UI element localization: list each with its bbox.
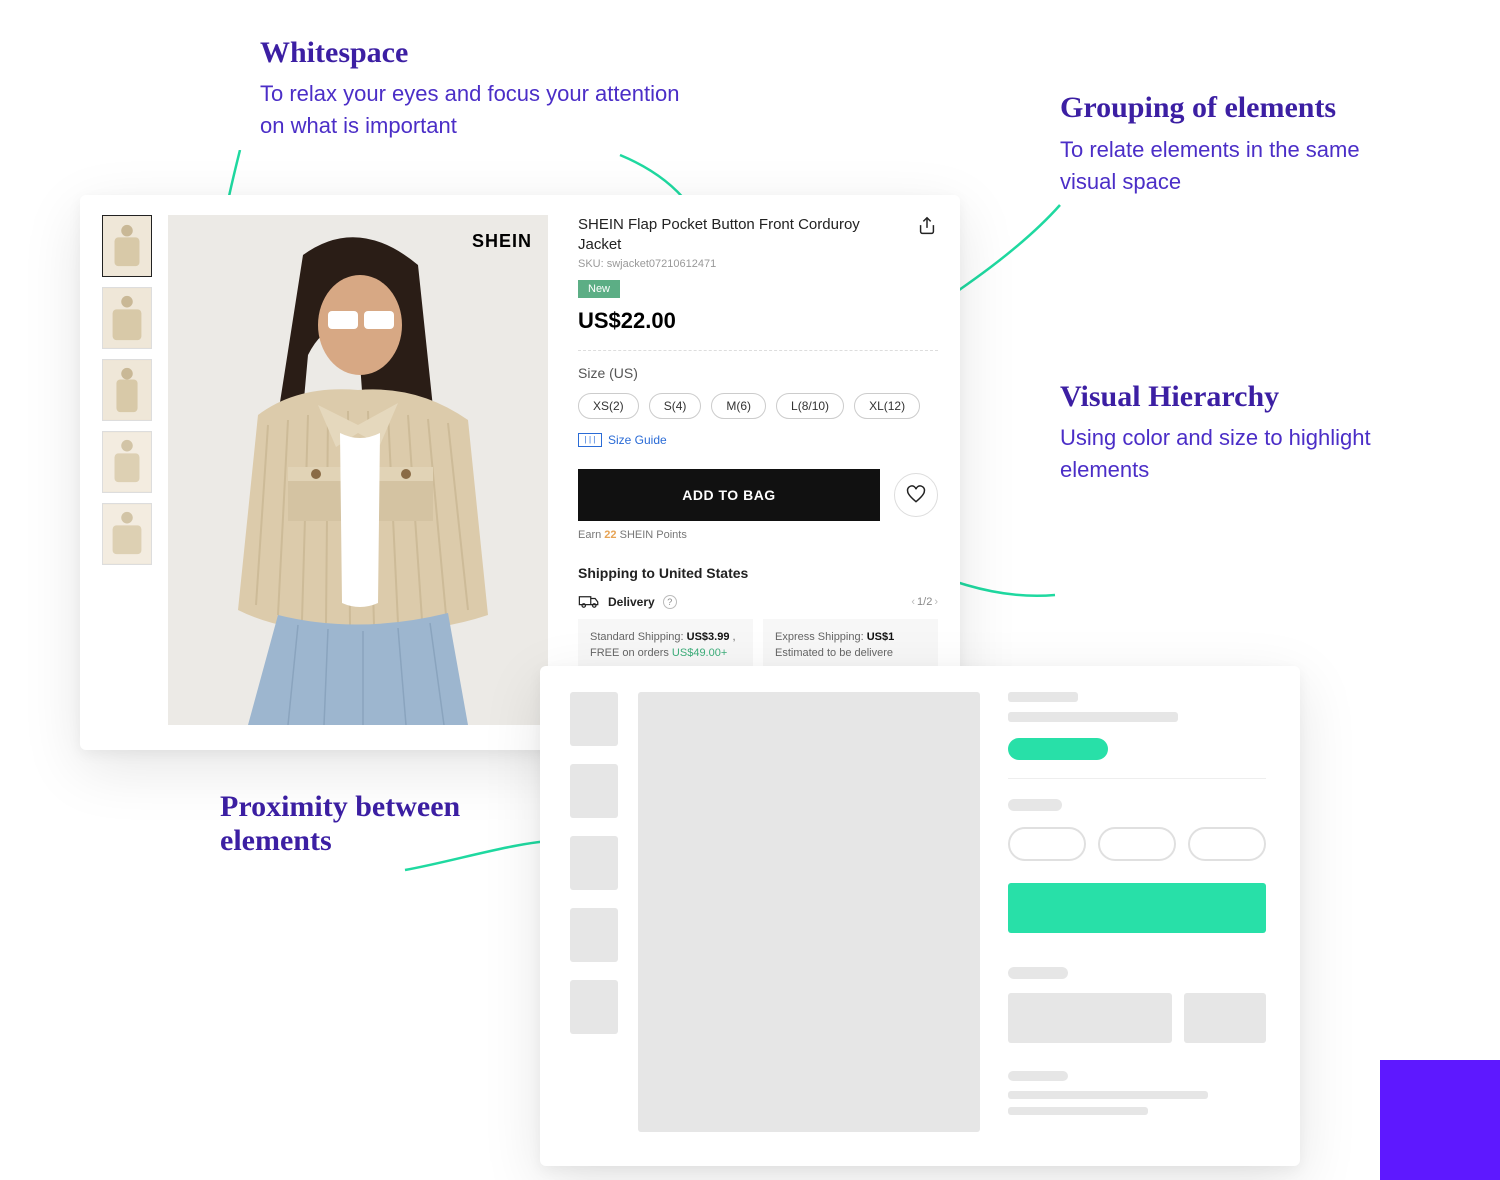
add-to-bag-button[interactable]: ADD TO BAG: [578, 469, 880, 521]
new-badge: New: [578, 280, 620, 298]
points-text: Earn 22 SHEIN Points: [578, 529, 938, 541]
chevron-left-icon[interactable]: ‹: [911, 596, 915, 608]
annotation-title: Proximity between elements: [220, 790, 480, 858]
annotation-body: To relate elements in the same visual sp…: [1060, 134, 1420, 198]
wireframe-bar: [1008, 967, 1068, 979]
wireframe-chip: [1098, 827, 1176, 861]
wireframe-box: [1184, 993, 1266, 1043]
chevron-right-icon[interactable]: ›: [934, 596, 938, 608]
size-option-m[interactable]: M(6): [711, 393, 766, 419]
wireframe-divider: [1008, 778, 1266, 779]
thumbnail-4[interactable]: [102, 431, 152, 493]
annotation-grouping: Grouping of elements To relate elements …: [1060, 90, 1420, 198]
wireframe-cta: [1008, 883, 1266, 933]
wireframe-accent-pill: [1008, 738, 1108, 760]
shipping-option-standard[interactable]: Standard Shipping: US$3.99 , FREE on ord…: [578, 619, 753, 672]
size-option-l[interactable]: L(8/10): [776, 393, 844, 419]
divider: [578, 350, 938, 351]
wireframe-card: [540, 666, 1300, 1166]
wishlist-button[interactable]: [894, 473, 938, 517]
size-guide-link[interactable]: | | | Size Guide: [578, 433, 938, 447]
annotation-proximity: Proximity between elements: [220, 790, 480, 866]
thumbnail-3[interactable]: [102, 359, 152, 421]
wireframe-bar: [1008, 1107, 1148, 1115]
wireframe-chip: [1188, 827, 1266, 861]
wireframe-box: [1008, 993, 1172, 1043]
decorative-block: [1380, 1060, 1500, 1180]
wireframe-thumbnails: [570, 692, 618, 1166]
size-option-s[interactable]: S(4): [649, 393, 702, 419]
wireframe-bar: [1008, 712, 1178, 722]
annotation-visual-hierarchy: Visual Hierarchy Using color and size to…: [1060, 380, 1400, 486]
info-icon[interactable]: ?: [663, 595, 677, 609]
wireframe-details: [1008, 692, 1266, 1166]
wireframe-chip: [1008, 827, 1086, 861]
thumbnail-column: [102, 215, 154, 750]
shipping-option-express[interactable]: Express Shipping: US$1 Estimated to be d…: [763, 619, 938, 672]
wireframe-bar: [1008, 799, 1062, 811]
annotation-title: Grouping of elements: [1060, 90, 1420, 126]
product-price: US$22.00: [578, 308, 938, 334]
main-product-image[interactable]: SHEIN: [168, 215, 548, 725]
wireframe-thumb: [570, 980, 618, 1034]
size-option-xl[interactable]: XL(12): [854, 393, 920, 419]
thumbnail-1[interactable]: [102, 215, 152, 277]
wireframe-thumb: [570, 836, 618, 890]
annotation-body: Using color and size to highlight elemen…: [1060, 422, 1400, 486]
ruler-icon: | | |: [578, 433, 602, 447]
wireframe-bar: [1008, 692, 1078, 702]
brand-logo: SHEIN: [472, 231, 532, 252]
share-button[interactable]: [916, 215, 938, 237]
product-sku: SKU: swjacket07210612471: [578, 258, 898, 270]
thumbnail-5[interactable]: [102, 503, 152, 565]
wireframe-chip-row: [1008, 827, 1266, 861]
product-title: SHEIN Flap Pocket Button Front Corduroy …: [578, 215, 898, 256]
size-options: XS(2) S(4) M(6) L(8/10) XL(12): [578, 393, 938, 419]
size-label: Size (US): [578, 365, 938, 381]
annotation-whitespace: Whitespace To relax your eyes and focus …: [260, 36, 680, 142]
shipping-heading: Shipping to United States: [578, 565, 938, 581]
annotation-title: Whitespace: [260, 36, 680, 70]
wireframe-thumb: [570, 764, 618, 818]
annotation-body: To relax your eyes and focus your attent…: [260, 78, 680, 142]
wireframe-bar: [1008, 1091, 1208, 1099]
wireframe-thumb: [570, 908, 618, 962]
wireframe-thumb: [570, 692, 618, 746]
size-option-xs[interactable]: XS(2): [578, 393, 639, 419]
truck-icon: [578, 595, 600, 609]
delivery-pager[interactable]: ‹ 1/2 ›: [911, 596, 938, 608]
wireframe-main-image: [638, 692, 980, 1132]
delivery-label: Delivery: [608, 595, 655, 609]
thumbnail-2[interactable]: [102, 287, 152, 349]
wireframe-bar: [1008, 1071, 1068, 1081]
annotation-title: Visual Hierarchy: [1060, 380, 1400, 414]
delivery-row: Delivery ? ‹ 1/2 ›: [578, 595, 938, 609]
